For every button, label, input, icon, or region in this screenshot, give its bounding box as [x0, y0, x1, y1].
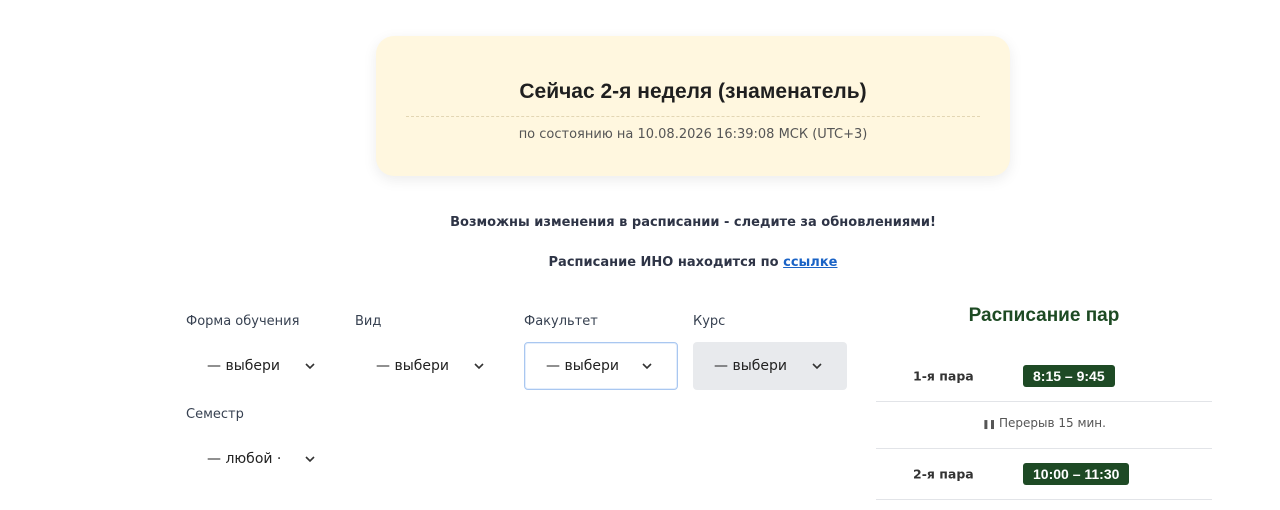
- lesson-row-2: 2-я пара 10:00 – 11:30: [876, 449, 1212, 499]
- lesson-2-label: 2-я пара: [913, 466, 974, 482]
- chevron-down-icon: [812, 363, 822, 370]
- kind-value: — выбери: [376, 358, 449, 374]
- schedule-title: Расписание пар: [968, 305, 1120, 326]
- week-divider: [406, 116, 980, 117]
- schedule-changes-notice: Возможны изменения в расписании - следит…: [450, 215, 936, 230]
- semester-value: — любой ·: [207, 451, 282, 467]
- lesson-row-1: 1-я пара 8:15 – 9:45: [876, 351, 1212, 401]
- faculty-value: — выбери: [546, 358, 619, 374]
- kind-select[interactable]: — выбери: [355, 342, 509, 390]
- ino-schedule-notice: Расписание ИНО находится по ссылке: [376, 255, 1010, 270]
- semester-label: Семестр: [186, 407, 244, 422]
- break-row-1: ❚❚ Перерыв 15 мин.: [876, 416, 1212, 430]
- week-title: Сейчас 2-я неделя (знаменатель): [519, 80, 867, 103]
- kind-label: Вид: [355, 314, 382, 329]
- semester-select[interactable]: — любой ·: [186, 435, 340, 483]
- schedule-divider: [876, 499, 1212, 500]
- study-form-value: — выбери: [207, 358, 280, 374]
- faculty-select[interactable]: — выбери: [524, 342, 678, 390]
- lesson-2-time-badge: 10:00 – 11:30: [1023, 463, 1130, 485]
- faculty-label: Факультет: [524, 314, 598, 329]
- break-1-text: Перерыв 15 мин.: [998, 416, 1106, 430]
- lesson-1-time-badge: 8:15 – 9:45: [1023, 365, 1115, 387]
- chevron-down-icon: [305, 456, 315, 463]
- chevron-down-icon: [474, 363, 484, 370]
- schedule-divider: [876, 401, 1212, 402]
- course-select[interactable]: — выбери: [693, 342, 847, 390]
- course-label: Курс: [693, 314, 726, 329]
- lesson-1-label: 1-я пара: [913, 368, 974, 384]
- course-value: — выбери: [714, 358, 787, 374]
- study-form-select[interactable]: — выбери: [186, 342, 340, 390]
- pause-icon: ❚❚: [982, 420, 996, 430]
- week-status-timestamp: по состоянию на 10.08.2026 16:39:08 МСК …: [518, 127, 868, 142]
- week-status-card: Сейчас 2-я неделя (знаменатель) по состо…: [376, 36, 1010, 176]
- chevron-down-icon: [642, 363, 652, 370]
- chevron-down-icon: [305, 363, 315, 370]
- ino-notice-text: Расписание ИНО находится по: [548, 255, 779, 270]
- ino-schedule-link[interactable]: ссылке: [783, 255, 837, 270]
- study-form-label: Форма обучения: [186, 314, 300, 329]
